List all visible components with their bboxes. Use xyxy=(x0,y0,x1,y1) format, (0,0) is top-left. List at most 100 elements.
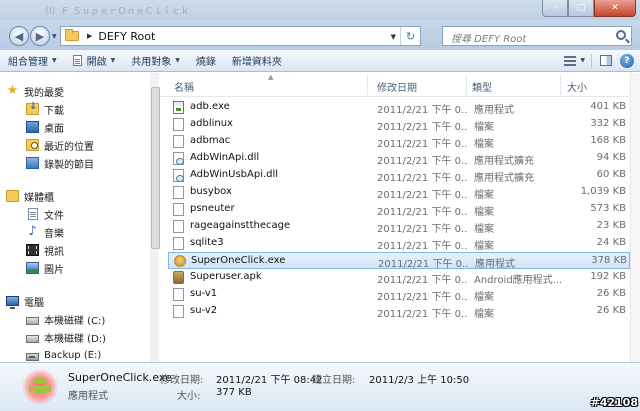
details-created-label: 建立日期: xyxy=(312,375,356,386)
refresh-icon[interactable]: ↻ xyxy=(400,27,420,45)
nav-pictures-label: 圖片 xyxy=(44,264,64,276)
file-type: 檔案 xyxy=(474,190,494,201)
file-date: 2011/2/21 下午 0... xyxy=(378,259,468,270)
file-size: 23 KB xyxy=(596,220,626,231)
nav-drive-d[interactable]: 本機磁碟 (D:) xyxy=(26,328,106,346)
file-icon xyxy=(173,135,184,148)
breadcrumb-path[interactable]: DEFY Root xyxy=(98,30,155,43)
file-size: 24 KB xyxy=(596,237,626,248)
libraries-icon xyxy=(6,190,19,202)
close-button[interactable]: ✕ xyxy=(594,0,636,17)
nav-documents[interactable]: 文件 xyxy=(26,205,64,223)
file-date: 2011/2/21 下午 0... xyxy=(377,309,467,320)
toolbar-divider xyxy=(591,53,592,68)
minimize-button[interactable]: – xyxy=(542,0,568,17)
file-type: 檔案 xyxy=(474,139,494,150)
table-row[interactable]: psneuter 2011/2/21 下午 0... 檔案 573 KB xyxy=(168,201,630,218)
file-name: su-v2 xyxy=(190,305,218,316)
maximize-button[interactable]: □ xyxy=(568,0,594,17)
video-icon xyxy=(26,244,39,256)
details-modified-label: 修改日期: xyxy=(160,375,204,386)
nav-favorites[interactable]: ★ 我的最愛 xyxy=(6,82,64,100)
help-icon[interactable]: ? xyxy=(620,53,634,68)
table-row[interactable]: adblinux 2011/2/21 下午 0... 檔案 332 KB xyxy=(168,116,630,133)
address-bar[interactable]: ▶ DEFY Root ▼ ↻ xyxy=(60,26,421,46)
backup-drive-icon xyxy=(26,352,39,361)
android-icon xyxy=(29,377,51,395)
column-divider[interactable] xyxy=(560,75,561,95)
open-button[interactable]: 開啟 ▼ xyxy=(65,51,124,71)
file-type: 檔案 xyxy=(474,292,494,303)
preview-pane-icon[interactable] xyxy=(600,55,612,66)
address-bar-area: ◀ ▶ ▼ ▶ DEFY Root ▼ ↻ 搜尋 DEFY Root xyxy=(0,20,640,50)
star-icon: ★ xyxy=(6,83,19,98)
desktop-icon xyxy=(26,121,39,133)
column-type[interactable]: 類型 xyxy=(472,79,492,94)
table-row[interactable]: su-v2 2011/2/21 下午 0... 檔案 26 KB xyxy=(168,303,630,320)
nav-pictures[interactable]: 圖片 xyxy=(26,259,64,277)
breadcrumb-separator-icon[interactable]: ▶ xyxy=(87,32,92,40)
organize-button[interactable]: 組合管理 ▼ xyxy=(0,51,65,71)
details-size-label: 大小: xyxy=(177,391,201,402)
file-date: 2011/2/21 下午 0... xyxy=(377,224,467,235)
view-options-icon[interactable] xyxy=(564,55,577,66)
nav-computer[interactable]: 電腦 xyxy=(6,292,44,310)
table-row[interactable]: sqlite3 2011/2/21 下午 0... 檔案 24 KB xyxy=(168,235,630,252)
column-name[interactable]: 名稱 xyxy=(174,79,194,94)
dll-icon xyxy=(173,152,184,165)
table-row[interactable]: busybox 2011/2/21 下午 0... 檔案 1,039 KB xyxy=(168,184,630,201)
file-size: 26 KB xyxy=(596,305,626,316)
file-list: ▲ 名稱 修改日期 類型 大小 adb.exe 2011/2/21 下午 0...… xyxy=(160,73,640,362)
nav-music[interactable]: ♪ 音樂 xyxy=(26,223,64,241)
selected-file-glow xyxy=(22,369,58,405)
search-box[interactable]: 搜尋 DEFY Root xyxy=(442,26,632,46)
back-button[interactable]: ◀ xyxy=(9,26,29,46)
nav-drive-e[interactable]: Backup (E:) xyxy=(26,346,101,362)
navigation-scrollbar[interactable] xyxy=(150,73,160,362)
file-type: Android應用程式... xyxy=(474,275,563,286)
table-row[interactable]: rageagainstthecage 2011/2/21 下午 0... 檔案 23 … xyxy=(168,218,630,235)
navigation-pane: ★ 我的最愛 下載 桌面 最近的位置 錄製的節目 媒體櫃 文件 ♪ xyxy=(0,73,159,362)
file-icon xyxy=(173,220,184,233)
table-row[interactable]: AdbWinApi.dll 2011/2/21 下午 0... 應用程式擴充 94 K… xyxy=(168,150,630,167)
table-row[interactable]: AdbWinUsbApi.dll 2011/2/21 下午 0... 應用程式擴充 6… xyxy=(168,167,630,184)
burn-button[interactable]: 燒錄 xyxy=(188,51,224,71)
details-file-name: SuperOneClick.exe xyxy=(68,371,172,384)
column-divider[interactable] xyxy=(466,75,467,95)
table-row[interactable]: adbmac 2011/2/21 下午 0... 檔案 168 KB xyxy=(168,133,630,150)
file-name: su-v1 xyxy=(190,288,218,299)
nav-videos[interactable]: 視訊 xyxy=(26,241,64,259)
file-icon xyxy=(173,305,184,318)
file-date: 2011/2/21 下午 0... xyxy=(377,122,467,133)
search-icon[interactable] xyxy=(616,30,626,40)
file-size: 60 KB xyxy=(596,169,626,180)
nav-desktop[interactable]: 桌面 xyxy=(26,118,64,136)
title-bar[interactable]: （I）Ｆ ＳｕｐｅｒＯｎｅＣｌｉｃｋ – □ ✕ xyxy=(0,0,640,20)
nav-favorites-label: 我的最愛 xyxy=(24,87,64,99)
file-type: 應用程式 xyxy=(475,259,515,270)
address-dropdown-icon[interactable]: ▼ xyxy=(391,33,396,41)
nav-libraries[interactable]: 媒體櫃 xyxy=(6,187,54,205)
nav-recent[interactable]: 最近的位置 xyxy=(26,136,94,154)
nav-desktop-label: 桌面 xyxy=(44,123,64,135)
table-row[interactable]: SuperOneClick.exe 2011/2/21 下午 0... 應用程式 37… xyxy=(168,252,630,270)
column-size[interactable]: 大小 xyxy=(567,79,587,94)
nav-downloads[interactable]: 下載 xyxy=(26,100,64,118)
table-row[interactable]: Superuser.apk 2011/2/21 下午 0... Android應用程… xyxy=(168,269,630,286)
chevron-down-icon[interactable]: ▼ xyxy=(580,57,585,64)
column-divider[interactable] xyxy=(367,75,368,95)
computer-icon xyxy=(6,296,19,309)
file-size: 1,039 KB xyxy=(580,186,626,197)
forward-button[interactable]: ▶ xyxy=(30,26,50,46)
share-button[interactable]: 共用對象 ▼ xyxy=(123,51,188,71)
nav-recorded-tv[interactable]: 錄製的節目 xyxy=(26,154,94,172)
nav-drive-c[interactable]: 本機磁碟 (C:) xyxy=(26,310,105,328)
table-row[interactable]: adb.exe 2011/2/21 下午 0... 應用程式 401 KB xyxy=(168,99,630,116)
file-icon xyxy=(173,203,184,216)
recent-pages-dropdown-icon[interactable]: ▼ xyxy=(52,33,57,40)
details-size-value: 377 KB xyxy=(216,387,252,398)
new-folder-button[interactable]: 新增資料夾 xyxy=(224,51,290,71)
table-row[interactable]: su-v1 2011/2/21 下午 0... 檔案 26 KB xyxy=(168,286,630,303)
column-date[interactable]: 修改日期 xyxy=(377,79,417,94)
file-list-scrollbar[interactable] xyxy=(630,73,640,362)
